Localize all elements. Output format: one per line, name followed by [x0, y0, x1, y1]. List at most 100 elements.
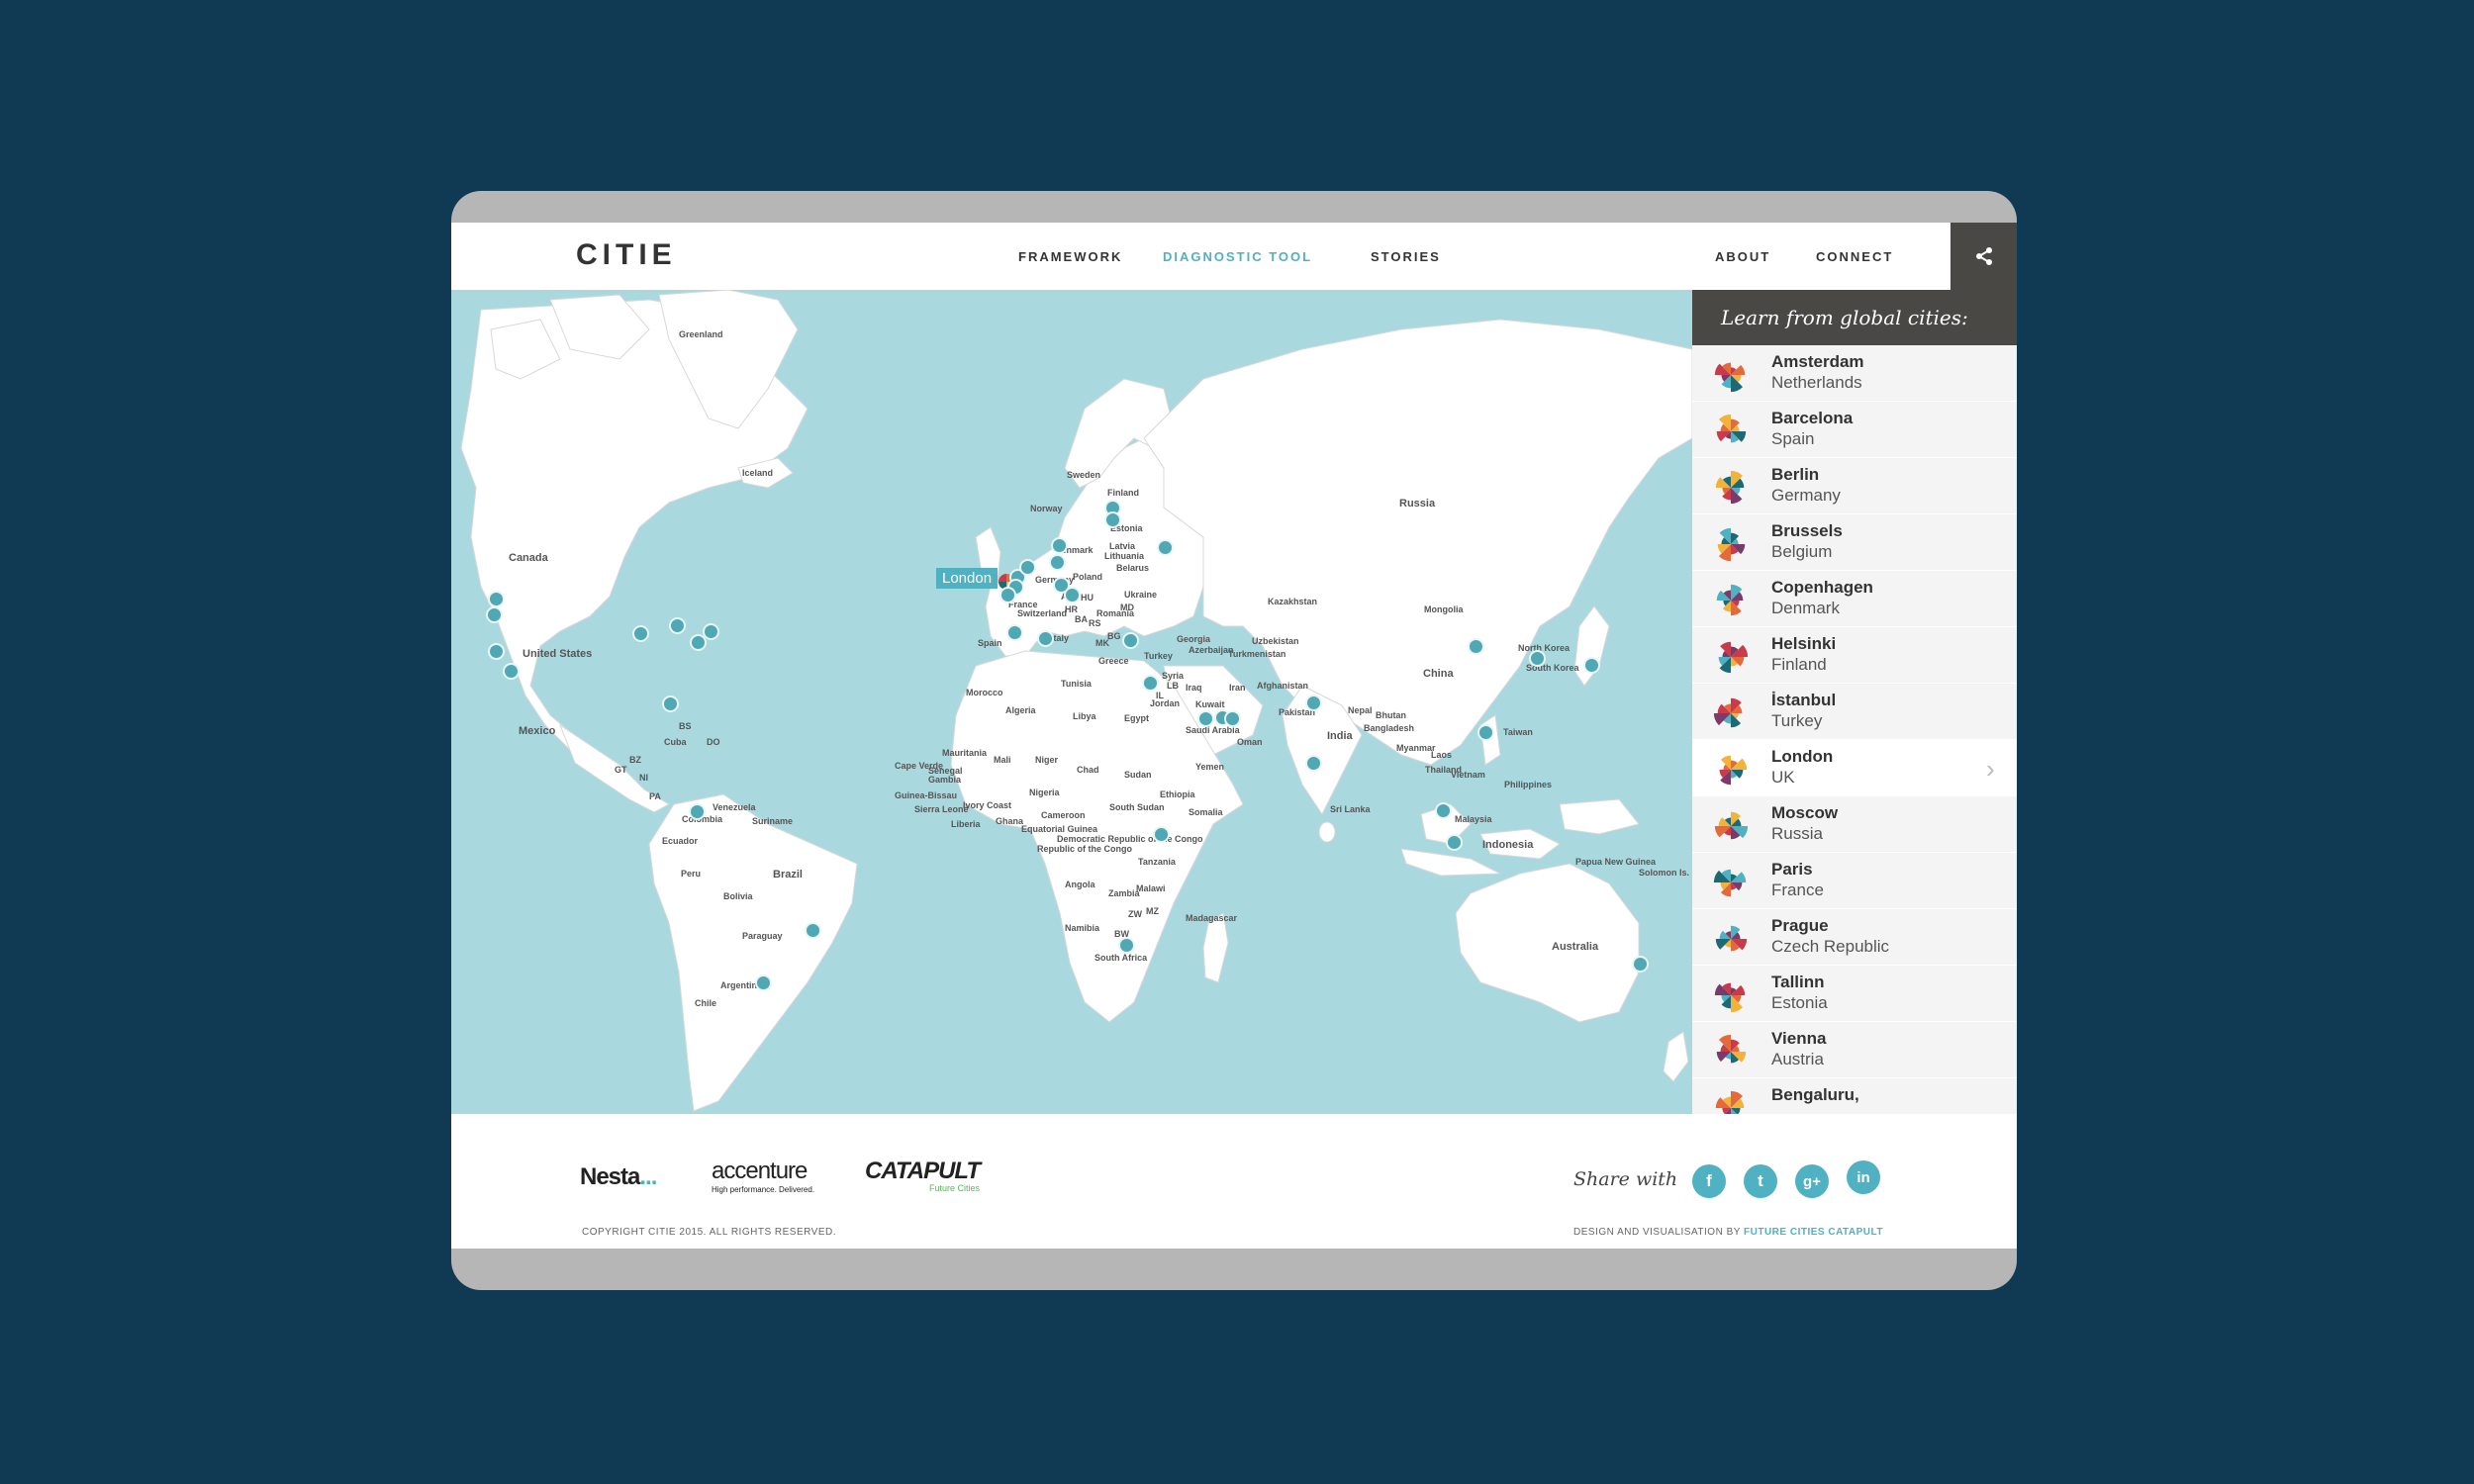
city-marker[interactable] — [1049, 554, 1066, 571]
city-marker[interactable] — [669, 617, 686, 634]
city-marker[interactable] — [1019, 559, 1036, 576]
city-marker[interactable] — [486, 606, 503, 623]
sidebar-city-item[interactable]: Barcelona Spain — [1692, 402, 2017, 458]
city-marker[interactable] — [703, 623, 719, 640]
city-marker[interactable] — [632, 625, 649, 642]
city-sidebar[interactable]: Learn from global cities: Amsterdam Nethe… — [1692, 290, 2017, 1114]
sidebar-city-item[interactable]: Moscow Russia — [1692, 796, 2017, 853]
city-marker[interactable] — [805, 922, 821, 939]
twitter-icon[interactable]: t — [1744, 1164, 1777, 1198]
sidebar-city-item[interactable]: Amsterdam Netherlands — [1692, 345, 2017, 402]
city-name: Amsterdam — [1771, 352, 1864, 371]
nav-diagnostic-tool[interactable]: DIAGNOSTIC TOOL — [1163, 249, 1312, 264]
sidebar-title: Learn from global cities: — [1692, 290, 2017, 345]
city-marker[interactable] — [1006, 624, 1023, 641]
nav-connect[interactable]: CONNECT — [1816, 249, 1893, 264]
city-marker[interactable] — [1153, 826, 1170, 843]
city-radial-chart-icon — [1718, 641, 1749, 674]
city-marker[interactable] — [999, 587, 1016, 603]
city-radial-chart-icon — [1716, 1034, 1747, 1064]
label-lb: LB — [1167, 681, 1179, 691]
linkedin-icon[interactable]: in — [1847, 1160, 1880, 1194]
label-south-africa: South Africa — [1094, 953, 1148, 963]
city-marker[interactable] — [1529, 650, 1546, 667]
label-jordan: Jordan — [1150, 698, 1181, 708]
label-guinea-bissau: Guinea-Bissau — [895, 790, 958, 800]
label-cameroon: Cameroon — [1041, 810, 1086, 820]
city-marker[interactable] — [1104, 511, 1121, 528]
city-marker[interactable] — [1197, 710, 1214, 727]
city-marker[interactable] — [1446, 834, 1463, 851]
sidebar-city-item[interactable]: Berlin Germany — [1692, 458, 2017, 514]
city-marker[interactable] — [689, 803, 706, 820]
nesta-logo[interactable]: Nesta... — [580, 1163, 657, 1191]
city-name: Berlin — [1771, 465, 1820, 484]
city-marker[interactable] — [1468, 638, 1484, 655]
city-marker[interactable] — [755, 974, 772, 991]
sidebar-city-item[interactable]: Helsinki Finland — [1692, 627, 2017, 684]
city-marker[interactable] — [1632, 956, 1649, 973]
city-marker[interactable] — [1122, 632, 1139, 649]
label-malaysia: Malaysia — [1455, 814, 1492, 824]
city-marker[interactable] — [503, 663, 520, 680]
sidebar-city-item[interactable]: Vienna Austria — [1692, 1022, 2017, 1078]
label-nigeria: Nigeria — [1029, 788, 1060, 797]
label-tanzania: Tanzania — [1138, 857, 1176, 867]
city-marker[interactable] — [1118, 937, 1135, 954]
city-marker[interactable] — [1064, 587, 1081, 603]
city-marker[interactable] — [1142, 675, 1159, 692]
label-paraguay: Paraguay — [742, 931, 783, 941]
label-egypt: Egypt — [1124, 713, 1150, 723]
site-header: CITIE FRAMEWORK DIAGNOSTIC TOOL STORIES … — [451, 223, 2017, 290]
label-bz: BZ — [629, 755, 641, 765]
label-ivory-coast: Ivory Coast — [963, 800, 1012, 810]
city-marker[interactable] — [1305, 695, 1322, 711]
city-marker[interactable] — [1477, 724, 1494, 741]
city-marker[interactable] — [1435, 802, 1452, 819]
nav-framework[interactable]: FRAMEWORK — [1018, 249, 1122, 264]
share-button[interactable] — [1951, 223, 2017, 290]
world-map[interactable]: Greenland Iceland Canada United States M… — [451, 290, 1692, 1114]
label-nepal: Nepal — [1348, 705, 1373, 715]
catapult-logo[interactable]: CATAPULT Future Cities — [865, 1158, 981, 1193]
city-name: Copenhagen — [1771, 578, 1873, 597]
city-marker[interactable] — [488, 643, 505, 660]
city-name: İstanbul — [1771, 691, 1837, 709]
sidebar-city-item[interactable]: London UK › — [1692, 740, 2017, 796]
label-kuwait: Kuwait — [1195, 699, 1225, 709]
citie-logo[interactable]: CITIE — [576, 238, 677, 272]
city-marker[interactable] — [662, 696, 679, 712]
city-marker[interactable] — [1157, 539, 1174, 556]
nav-stories[interactable]: STORIES — [1371, 249, 1441, 264]
google-plus-icon[interactable]: g+ — [1795, 1164, 1829, 1198]
catapult-name: CATAPULT — [865, 1158, 981, 1184]
sidebar-city-item[interactable]: Copenhagen Denmark — [1692, 571, 2017, 627]
sidebar-city-item[interactable]: Bengaluru, — [1692, 1078, 2017, 1114]
label-libya: Libya — [1073, 711, 1096, 721]
sidebar-city-item[interactable]: Tallinn Estonia — [1692, 966, 2017, 1022]
city-marker[interactable] — [1037, 630, 1054, 647]
chevron-right-icon[interactable]: › — [1986, 754, 1995, 785]
city-marker[interactable] — [488, 591, 505, 607]
sidebar-city-item[interactable]: İstanbul Turkey — [1692, 684, 2017, 740]
city-marker[interactable] — [1051, 537, 1068, 554]
label-tunisia: Tunisia — [1061, 679, 1092, 689]
sidebar-city-item[interactable]: Paris France — [1692, 853, 2017, 909]
city-marker[interactable] — [1305, 755, 1322, 772]
city-country: Denmark — [1771, 599, 1840, 617]
label-vietnam: Vietnam — [1451, 770, 1485, 780]
label-peru: Peru — [681, 869, 702, 879]
label-mongolia: Mongolia — [1424, 604, 1464, 614]
label-bolivia: Bolivia — [723, 891, 753, 901]
facebook-icon[interactable]: f — [1692, 1164, 1726, 1198]
nav-about[interactable]: ABOUT — [1715, 249, 1770, 264]
sidebar-city-item[interactable]: Brussels Belgium — [1692, 514, 2017, 571]
credit-link[interactable]: FUTURE CITIES CATAPULT — [1744, 1227, 1883, 1238]
city-marker[interactable] — [1583, 657, 1600, 674]
sidebar-city-item[interactable]: Prague Czech Republic — [1692, 909, 2017, 966]
city-marker[interactable] — [1224, 710, 1241, 727]
accenture-logo[interactable]: accenture High performance. Delivered. — [712, 1158, 814, 1194]
london-tag[interactable]: London — [936, 568, 999, 589]
label-spain: Spain — [978, 638, 1002, 648]
device-frame: CITIE FRAMEWORK DIAGNOSTIC TOOL STORIES … — [451, 191, 2017, 1290]
